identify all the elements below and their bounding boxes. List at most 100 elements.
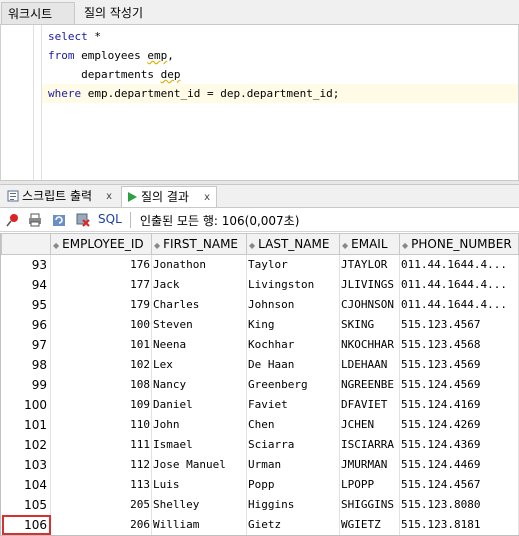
column-header-last-name[interactable]: ◆ LAST_NAME <box>246 233 340 255</box>
tab-script-output[interactable]: 스크립트 출력 x <box>3 186 118 207</box>
cell-email[interactable]: NGREENBE <box>339 374 400 395</box>
close-icon[interactable]: x <box>106 186 112 207</box>
cell-employee-id[interactable]: 179 <box>50 294 152 315</box>
column-header-first-name[interactable]: ◆ FIRST_NAME <box>151 233 247 255</box>
cell-last-name[interactable]: Faviet <box>246 394 340 415</box>
tab-worksheet[interactable]: 워크시트 <box>1 2 75 24</box>
cell-first-name[interactable]: Steven <box>151 314 247 335</box>
table-row[interactable]: 105 205 Shelley Higgins SHIGGINS 515.123.8080 <box>1 494 519 515</box>
row-number[interactable]: 106 <box>1 514 51 535</box>
table-row[interactable]: 99 108 Nancy Greenberg NGREENBE 515.124.4569 <box>1 374 519 395</box>
cell-last-name[interactable]: Higgins <box>246 494 340 515</box>
cell-last-name[interactable]: Livingston <box>246 274 340 295</box>
cell-email[interactable]: SHIGGINS <box>339 494 400 515</box>
cell-employee-id[interactable]: 108 <box>50 374 152 395</box>
cell-phone-number[interactable]: 515.123.4569 <box>399 354 519 375</box>
cell-employee-id[interactable]: 176 <box>50 254 152 275</box>
row-number[interactable]: 94 <box>1 274 51 295</box>
cell-email[interactable]: JLIVINGS <box>339 274 400 295</box>
cell-phone-number[interactable]: 011.44.1644.4... <box>399 274 519 295</box>
table-row[interactable]: 103 112 Jose Manuel Urman JMURMAN 515.124.446… <box>1 454 519 475</box>
cell-phone-number[interactable]: 515.124.4169 <box>399 394 519 415</box>
cell-email[interactable]: CJOHNSON <box>339 294 400 315</box>
cell-employee-id[interactable]: 112 <box>50 454 152 475</box>
cell-last-name[interactable]: Chen <box>246 414 340 435</box>
row-number[interactable]: 97 <box>1 334 51 355</box>
tab-query-result[interactable]: 질의 결과 x <box>121 186 217 207</box>
table-row[interactable]: 94 177 Jack Livingston JLIVINGS 011.44.1644.4… <box>1 274 519 295</box>
cell-first-name[interactable]: Jonathon <box>151 254 247 275</box>
cell-employee-id[interactable]: 205 <box>50 494 152 515</box>
sql-editor[interactable]: select * from employees emp, departments… <box>0 25 519 180</box>
cell-employee-id[interactable]: 177 <box>50 274 152 295</box>
cell-employee-id[interactable]: 101 <box>50 334 152 355</box>
row-number[interactable]: 93 <box>1 254 51 275</box>
column-header-employee-id[interactable]: ◆ EMPLOYEE_ID <box>50 233 152 255</box>
pin-icon[interactable] <box>6 213 20 227</box>
cell-first-name[interactable]: Daniel <box>151 394 247 415</box>
cell-phone-number[interactable]: 515.124.4567 <box>399 474 519 495</box>
row-number[interactable]: 103 <box>1 454 51 475</box>
row-number[interactable]: 104 <box>1 474 51 495</box>
row-number[interactable]: 95 <box>1 294 51 315</box>
cell-email[interactable]: JTAYLOR <box>339 254 400 275</box>
column-header-phone-number[interactable]: ◆ PHONE_NUMBER <box>399 233 519 255</box>
cell-first-name[interactable]: Neena <box>151 334 247 355</box>
cell-email[interactable]: SKING <box>339 314 400 335</box>
row-number[interactable]: 100 <box>1 394 51 415</box>
cell-email[interactable]: JMURMAN <box>339 454 400 475</box>
print-icon[interactable] <box>28 213 42 227</box>
cell-first-name[interactable]: Shelley <box>151 494 247 515</box>
cell-first-name[interactable]: William <box>151 514 247 535</box>
cell-phone-number[interactable]: 515.123.8080 <box>399 494 519 515</box>
cell-last-name[interactable]: Gietz <box>246 514 340 535</box>
row-number[interactable]: 99 <box>1 374 51 395</box>
row-number[interactable]: 96 <box>1 314 51 335</box>
cell-employee-id[interactable]: 206 <box>50 514 152 535</box>
cell-last-name[interactable]: King <box>246 314 340 335</box>
cell-first-name[interactable]: Luis <box>151 474 247 495</box>
row-number[interactable]: 98 <box>1 354 51 375</box>
cell-phone-number[interactable]: 011.44.1644.4... <box>399 294 519 315</box>
refresh-icon[interactable] <box>52 213 66 227</box>
cell-phone-number[interactable]: 515.124.4469 <box>399 454 519 475</box>
cell-first-name[interactable]: Lex <box>151 354 247 375</box>
cell-email[interactable]: NKOCHHAR <box>339 334 400 355</box>
cell-last-name[interactable]: Sciarra <box>246 434 340 455</box>
column-header-email[interactable]: ◆ EMAIL <box>339 233 400 255</box>
cell-first-name[interactable]: Charles <box>151 294 247 315</box>
cell-first-name[interactable]: Jose Manuel <box>151 454 247 475</box>
cell-phone-number[interactable]: 515.123.4567 <box>399 314 519 335</box>
cell-email[interactable]: LPOPP <box>339 474 400 495</box>
table-row[interactable]: 101 110 John Chen JCHEN 515.124.4269 <box>1 414 519 435</box>
cell-email[interactable]: DFAVIET <box>339 394 400 415</box>
cell-last-name[interactable]: Johnson <box>246 294 340 315</box>
cell-first-name[interactable]: Ismael <box>151 434 247 455</box>
cell-employee-id[interactable]: 109 <box>50 394 152 415</box>
cell-email[interactable]: JCHEN <box>339 414 400 435</box>
cell-phone-number[interactable]: 515.124.4569 <box>399 374 519 395</box>
cancel-query-icon[interactable] <box>76 213 90 227</box>
cell-last-name[interactable]: Taylor <box>246 254 340 275</box>
cell-last-name[interactable]: Kochhar <box>246 334 340 355</box>
cell-phone-number[interactable]: 515.124.4369 <box>399 434 519 455</box>
result-grid[interactable]: ◆ EMPLOYEE_ID ◆ FIRST_NAME ◆ LAST_NAME ◆ EMA… <box>0 233 519 536</box>
cell-email[interactable]: LDEHAAN <box>339 354 400 375</box>
cell-employee-id[interactable]: 100 <box>50 314 152 335</box>
table-row[interactable]: 95 179 Charles Johnson CJOHNSON 011.44.1644.4… <box>1 294 519 315</box>
row-number[interactable]: 101 <box>1 414 51 435</box>
table-row[interactable]: 98 102 Lex De Haan LDEHAAN 515.123.4569 <box>1 354 519 375</box>
table-row[interactable]: 102 111 Ismael Sciarra ISCIARRA 515.124.4369 <box>1 434 519 455</box>
close-icon[interactable]: x <box>204 187 210 208</box>
table-row[interactable]: 100 109 Daniel Faviet DFAVIET 515.124.4169 <box>1 394 519 415</box>
table-row[interactable]: 96 100 Steven King SKING 515.123.4567 <box>1 314 519 335</box>
cell-email[interactable]: WGIETZ <box>339 514 400 535</box>
cell-employee-id[interactable]: 110 <box>50 414 152 435</box>
table-row[interactable]: 97 101 Neena Kochhar NKOCHHAR 515.123.4568 <box>1 334 519 355</box>
cell-first-name[interactable]: Jack <box>151 274 247 295</box>
cell-first-name[interactable]: Nancy <box>151 374 247 395</box>
cell-employee-id[interactable]: 102 <box>50 354 152 375</box>
cell-employee-id[interactable]: 113 <box>50 474 152 495</box>
cell-phone-number[interactable]: 515.123.8181 <box>399 514 519 535</box>
cell-phone-number[interactable]: 515.123.4568 <box>399 334 519 355</box>
